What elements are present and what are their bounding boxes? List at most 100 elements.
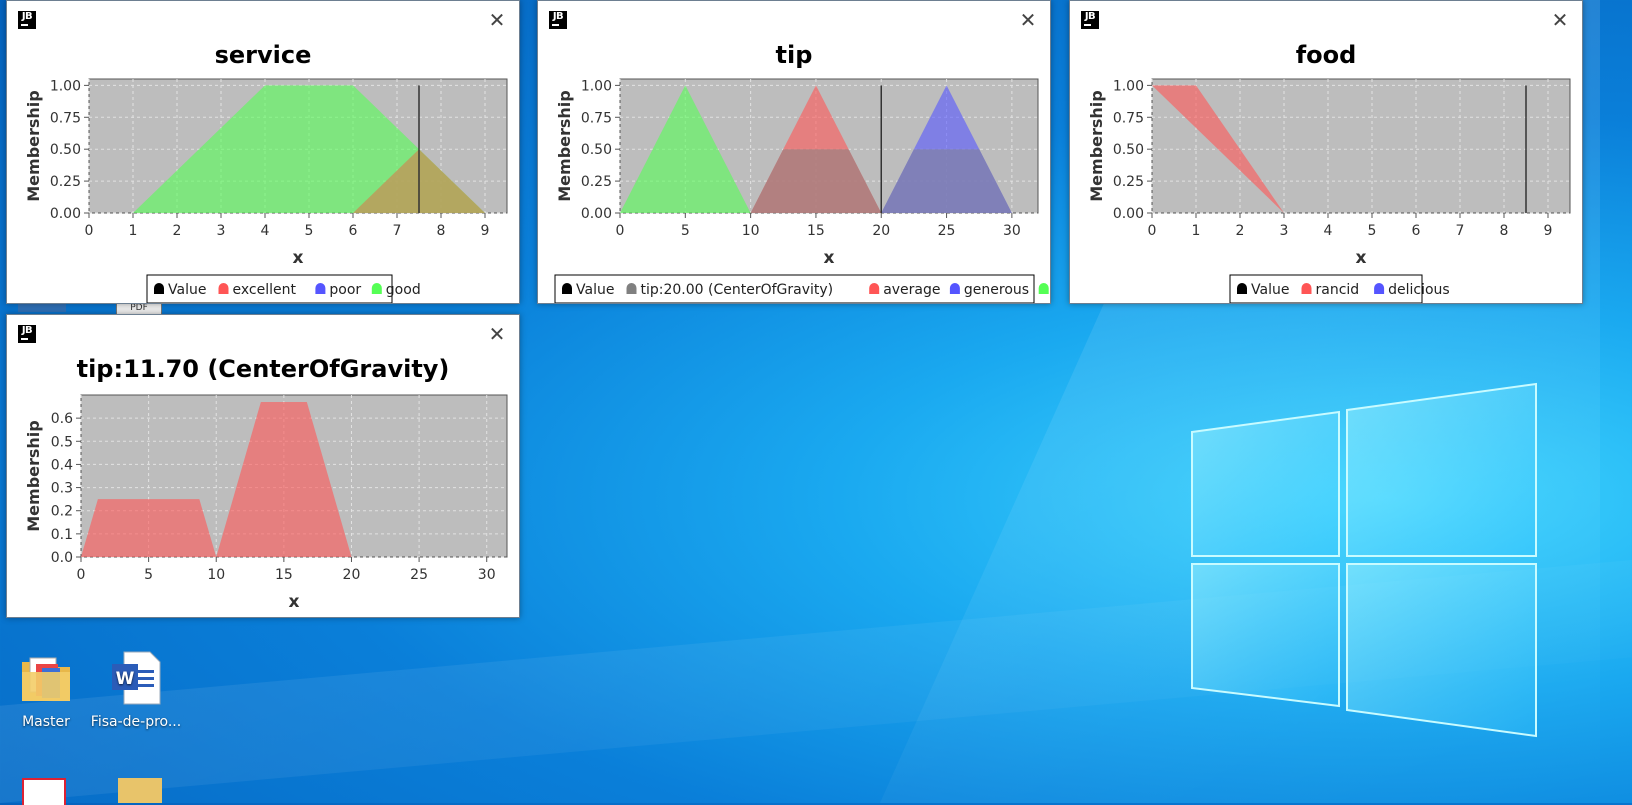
word-document-icon: W	[112, 651, 161, 705]
close-icon[interactable]: ✕	[1550, 10, 1570, 30]
x-tick-label: 6	[1412, 223, 1421, 239]
desktop-icon-label: Fisa-de-pro...	[90, 714, 182, 730]
tip-window[interactable]: JB ✕ tip 0 5 10 15 20 25 30 0.00 0.25 0.50 0.75 1.00…	[537, 0, 1095, 304]
x-tick-label: 8	[1500, 223, 1509, 239]
legend-swatch	[1301, 283, 1312, 294]
x-tick-label: 20	[872, 223, 890, 239]
x-tick-label: 4	[1324, 223, 1333, 239]
x-tick-label: 1	[129, 223, 138, 239]
jb-app-icon: JB	[18, 11, 36, 29]
x-tick-label: 5	[144, 567, 153, 583]
x-axis-label: x	[1356, 248, 1367, 268]
y-tick-label: 0.6	[51, 411, 73, 427]
legend-label: Value	[576, 282, 614, 298]
x-axis-label: x	[293, 248, 304, 268]
x-tick-label: 2	[173, 223, 182, 239]
x-tick-label: 0	[85, 223, 94, 239]
legend-label: good	[386, 282, 421, 298]
y-tick-label: 0.00	[1113, 206, 1144, 222]
x-tick-label: 10	[207, 567, 225, 583]
folder-icon-partial[interactable]	[118, 778, 162, 803]
tip-result-window[interactable]: JB ✕ tip:11.70 (CenterOfGravity) 0 5 10 15 20…	[6, 314, 520, 618]
x-tick-label: 3	[1280, 223, 1289, 239]
legend-label: Value	[168, 282, 206, 298]
folder-icon	[22, 657, 70, 701]
y-tick-label: 1.00	[50, 78, 81, 94]
y-tick-label: 1.00	[1113, 78, 1144, 94]
y-tick-label: 0.0	[51, 550, 73, 566]
svg-text:W: W	[116, 669, 135, 689]
close-icon[interactable]: ✕	[1018, 10, 1038, 30]
legend-label: average	[883, 282, 940, 298]
pdf-file-icon-partial[interactable]	[22, 778, 66, 805]
legend-swatch	[1374, 283, 1385, 294]
x-tick-label: 9	[1544, 223, 1553, 239]
x-tick-label: 5	[1368, 223, 1377, 239]
legend-swatch	[154, 283, 164, 294]
y-tick-label: 0.4	[51, 457, 73, 473]
y-tick-label: 0.5	[51, 434, 73, 450]
food-chart: food 0 1 2 3 4 5 6 7 8 9 0.00 0.25 0.50 0.75 1.00 x Membe…	[1087, 41, 1571, 304]
y-tick-label: 0.50	[581, 142, 612, 158]
chart-title: service	[215, 41, 312, 69]
legend-swatch	[562, 283, 572, 294]
x-axis-label: x	[289, 592, 300, 612]
y-axis-label: Membership	[555, 90, 574, 202]
y-tick-label: 0.3	[51, 481, 73, 497]
y-axis-label: Membership	[1087, 90, 1106, 202]
service-chart: service 0 1 2 3 4 5 6 7 8 9 0.00 0.25 0.50 0.75 1.00 x Me…	[24, 41, 508, 304]
legend-label: tip:20.00 (CenterOfGravity)	[641, 282, 834, 298]
jb-app-icon: JB	[549, 11, 567, 29]
desktop-icon-label: Master	[22, 714, 70, 730]
legend-label: poor	[329, 282, 361, 298]
windows-logo	[1191, 382, 1537, 738]
food-window[interactable]: JB ✕ food 0 1 2 3 4 5 6 7 8 9 0.00 0.25 0.50 0.75 1.00 x…	[1069, 0, 1583, 304]
y-tick-label: 0.00	[50, 206, 81, 222]
x-tick-label: 20	[343, 567, 361, 583]
chart-title: tip	[776, 41, 813, 69]
x-tick-label: 30	[478, 567, 496, 583]
x-tick-label: 7	[1456, 223, 1465, 239]
tip-chart: tip 0 5 10 15 20 25 30 0.00 0.25 0.50 0.75 1.00 x Memb…	[554, 41, 1095, 304]
jb-app-icon: JB	[18, 325, 36, 343]
x-axis-label: x	[824, 248, 835, 268]
legend-swatch	[626, 283, 637, 294]
legend-swatch	[1237, 283, 1247, 294]
close-icon[interactable]: ✕	[487, 324, 507, 344]
y-axis-label: Membership	[24, 90, 43, 202]
y-tick-label: 0.75	[581, 110, 612, 126]
legend-label: generous	[964, 282, 1029, 298]
y-tick-label: 0.50	[1113, 142, 1144, 158]
x-tick-label: 1	[1192, 223, 1201, 239]
x-tick-label: 0	[1148, 223, 1157, 239]
x-tick-label: 5	[681, 223, 690, 239]
desktop-icon-fisa[interactable]: W Fisa-de-pro...	[90, 648, 182, 730]
y-tick-label: 0.00	[581, 206, 612, 222]
x-tick-label: 5	[305, 223, 314, 239]
x-tick-label: 25	[938, 223, 956, 239]
x-tick-label: 15	[807, 223, 825, 239]
x-tick-label: 6	[349, 223, 358, 239]
x-tick-label: 15	[275, 567, 293, 583]
x-tick-label: 4	[261, 223, 270, 239]
legend-label: Value	[1251, 282, 1289, 298]
x-tick-label: 25	[410, 567, 428, 583]
legend-swatch	[315, 283, 326, 294]
service-window[interactable]: JB ✕ service 0 1 2 3 4 5 6 7 8 9 0.00 0.25 0.50 0.75 1.…	[6, 0, 520, 304]
legend-swatch	[1038, 283, 1049, 294]
x-tick-label: 0	[616, 223, 625, 239]
close-icon[interactable]: ✕	[487, 10, 507, 30]
x-tick-label: 8	[437, 223, 446, 239]
legend-label: excellent	[233, 282, 297, 298]
x-tick-label: 7	[393, 223, 402, 239]
y-tick-label: 0.1	[51, 527, 73, 543]
y-tick-label: 0.75	[50, 110, 81, 126]
jb-app-icon: JB	[1081, 11, 1099, 29]
x-tick-label: 3	[217, 223, 226, 239]
y-tick-label: 0.75	[1113, 110, 1144, 126]
x-tick-label: 10	[742, 223, 760, 239]
desktop-icon-master[interactable]: Master	[0, 648, 92, 730]
legend-swatch	[949, 283, 960, 294]
y-tick-label: 1.00	[581, 78, 612, 94]
legend-swatch	[218, 283, 229, 294]
